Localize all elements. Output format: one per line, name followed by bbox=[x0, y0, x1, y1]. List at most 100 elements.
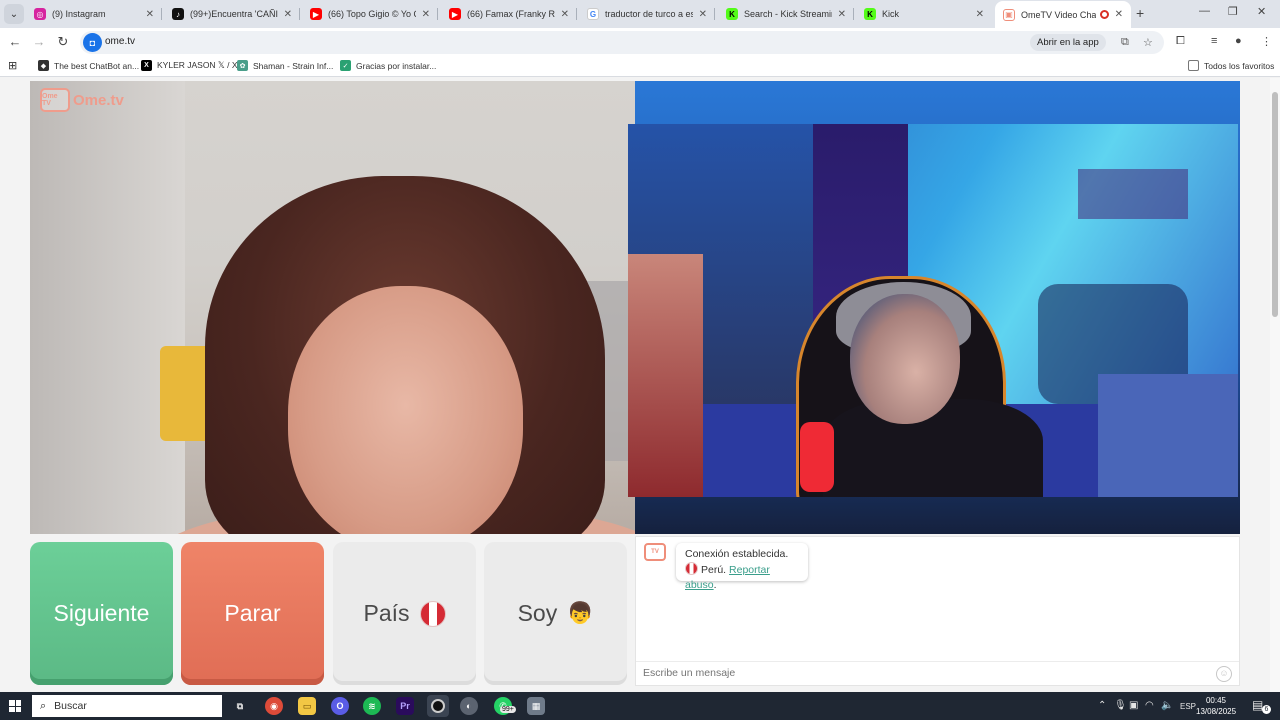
stop-button-label: Parar bbox=[224, 600, 281, 626]
bookmark-shaman[interactable]: ✿ Shaman - Strain Inf... bbox=[237, 60, 333, 71]
recording-icon bbox=[1099, 10, 1109, 19]
site-info-icon[interactable]: ◘ bbox=[83, 33, 102, 52]
bookmark-gracias[interactable]: ✓ Gracias por instalar... bbox=[340, 60, 436, 71]
premiere-pro-icon[interactable]: Pr bbox=[396, 697, 414, 715]
whatsapp-badge: 99+ bbox=[500, 706, 516, 713]
country-button-label: País bbox=[363, 600, 410, 626]
next-button[interactable]: Siguiente bbox=[30, 542, 173, 685]
menu-kebab-icon[interactable]: ⋮ bbox=[1261, 35, 1272, 48]
microphone-icon[interactable]: 🎙 bbox=[1114, 700, 1127, 711]
calculator-icon[interactable]: ▦ bbox=[527, 697, 545, 715]
tab-youtube-famax[interactable]: ▶ (66) Famax (Franky Rizard ✕ bbox=[441, 2, 577, 26]
instagram-icon: ◎ bbox=[34, 8, 46, 20]
tiktok-icon: ♪ bbox=[172, 8, 184, 20]
tab-title: Kick bbox=[882, 9, 900, 19]
shield-icon: ✓ bbox=[340, 60, 351, 71]
back-icon[interactable]: ← bbox=[7, 34, 23, 50]
folder-icon bbox=[1188, 60, 1199, 71]
emoji-picker-icon[interactable]: ☺ bbox=[1216, 666, 1232, 682]
url-text[interactable]: ome.tv bbox=[105, 36, 135, 47]
file-explorer-icon[interactable]: ▭ bbox=[298, 697, 316, 715]
extensions-icon[interactable]: ⧠ bbox=[1176, 35, 1185, 48]
tab-title: (9) Instagram bbox=[52, 9, 106, 19]
display-icon[interactable]: ▣ bbox=[1129, 700, 1138, 711]
window-close-icon[interactable]: ✕ bbox=[1257, 5, 1266, 18]
windows-start-icon[interactable] bbox=[9, 700, 21, 712]
ometv-logo-icon: Ome TV bbox=[40, 88, 70, 112]
system-clock[interactable]: 00:45 13/08/2025 bbox=[1196, 695, 1236, 717]
bookmark-label: Shaman - Strain Inf... bbox=[253, 60, 334, 71]
tab-kick[interactable]: K Kick ✕ bbox=[856, 2, 992, 26]
close-icon[interactable]: ✕ bbox=[838, 9, 846, 20]
tray-overflow-icon[interactable]: ⌃ bbox=[1098, 700, 1106, 711]
gender-button-label: Soy bbox=[517, 600, 558, 626]
new-tab-button[interactable]: + bbox=[1136, 5, 1144, 21]
spotify-icon[interactable]: ≋ bbox=[363, 697, 381, 715]
taskbar-search-label: Buscar bbox=[54, 700, 87, 712]
close-icon[interactable]: ✕ bbox=[146, 9, 154, 20]
bookmark-label: Gracias por instalar... bbox=[356, 60, 437, 71]
scrollbar-thumb[interactable] bbox=[1272, 92, 1278, 317]
tab-tiktok[interactable]: ♪ (99+)Encuentra 'CAÑITA ' ✕ bbox=[164, 2, 300, 26]
boy-avatar-icon: 👦 bbox=[567, 601, 594, 625]
windows-taskbar: ⌕ Buscar ⧉ ◉ ▭ O ≋ Pr ◐ ✆ 99+ ▦ ⌃ 🎙 ▣ ◠ … bbox=[0, 692, 1280, 720]
close-icon[interactable]: ✕ bbox=[699, 9, 707, 20]
forward-icon[interactable]: → bbox=[31, 34, 47, 50]
address-bar[interactable]: ◘ ome.tv Abrir en la app ⧉ ☆ bbox=[80, 31, 1164, 54]
tab-title: traductor de turco a espa bbox=[605, 9, 693, 19]
peru-flag-icon bbox=[685, 562, 698, 575]
bookmark-label: The best ChatBot an... bbox=[54, 60, 140, 71]
close-icon[interactable]: ✕ bbox=[976, 9, 984, 20]
chrome-icon[interactable]: ◉ bbox=[265, 697, 283, 715]
ometv-logo: Ome TV Ome.tv bbox=[40, 88, 124, 112]
bookmark-kyler-jason[interactable]: X KYLER JASON 𝕏 / X bbox=[141, 60, 238, 71]
search-icon: ⌕ bbox=[40, 699, 47, 712]
profile-avatar-icon[interactable]: ● bbox=[1235, 35, 1242, 47]
minimize-icon[interactable]: — bbox=[1199, 5, 1210, 17]
self-video bbox=[628, 124, 1238, 497]
chat-message-input[interactable] bbox=[643, 667, 1203, 679]
tab-instagram[interactable]: ◎ (9) Instagram ✕ bbox=[26, 2, 162, 26]
tab-title: OmeTV Video Chat - bbox=[1021, 9, 1096, 20]
youtube-icon: ▶ bbox=[310, 8, 322, 20]
gender-select-button[interactable]: Soy 👦 bbox=[484, 542, 627, 685]
tab-kick-search[interactable]: K Search - Kick Streaming ✕ bbox=[718, 2, 854, 26]
steam-icon[interactable]: ◐ bbox=[460, 697, 478, 715]
taskbar-search-box[interactable]: ⌕ Buscar bbox=[32, 695, 222, 717]
chevron-down-icon: ⌄ bbox=[9, 8, 19, 20]
open-in-app-button[interactable]: Abrir en la app bbox=[1030, 34, 1106, 51]
volume-icon[interactable]: 🔈 bbox=[1161, 700, 1173, 711]
close-icon[interactable]: ✕ bbox=[422, 9, 430, 20]
all-bookmarks-button[interactable]: Todos los favoritos bbox=[1188, 60, 1274, 71]
stranger-video: Ome TV Ome.tv bbox=[30, 81, 635, 534]
chat-panel: TV Conexión establecida. Perú. Reportar … bbox=[635, 536, 1240, 686]
obs-icon[interactable] bbox=[427, 695, 449, 717]
ometv-icon: ▣ bbox=[1003, 8, 1015, 21]
youtube-icon: ▶ bbox=[449, 8, 461, 20]
clock-time: 00:45 bbox=[1205, 696, 1227, 705]
wifi-icon[interactable]: ◠ bbox=[1145, 700, 1154, 711]
task-view-icon[interactable]: ⧉ bbox=[231, 697, 249, 715]
input-language[interactable]: ESP bbox=[1180, 702, 1196, 711]
translate-icon[interactable]: ⧉ bbox=[1121, 36, 1129, 49]
restore-icon[interactable]: ❐ bbox=[1228, 5, 1238, 18]
tab-ometv[interactable]: ▣ OmeTV Video Chat - ✕ bbox=[995, 1, 1131, 28]
tab-google-translate[interactable]: G traductor de turco a espa ✕ bbox=[579, 2, 715, 26]
stop-button[interactable]: Parar bbox=[181, 542, 324, 685]
country-filter-button[interactable]: País bbox=[333, 542, 476, 685]
opera-gx-icon[interactable]: O bbox=[331, 697, 349, 715]
chatbot-icon: ◆ bbox=[38, 60, 49, 71]
close-icon[interactable]: ✕ bbox=[284, 9, 292, 20]
apps-grid-icon[interactable]: ⊞ bbox=[8, 59, 17, 72]
media-controls-icon[interactable]: ≡ bbox=[1211, 35, 1217, 47]
reload-icon[interactable]: ↻ bbox=[55, 34, 71, 50]
kick-icon: K bbox=[726, 8, 738, 20]
report-suffix: . bbox=[713, 579, 717, 591]
tab-title: Search - Kick Streaming bbox=[744, 9, 832, 19]
tab-search-button[interactable]: ⌄ bbox=[4, 4, 24, 24]
close-icon[interactable]: ✕ bbox=[561, 9, 569, 20]
bookmark-chatbot[interactable]: ◆ The best ChatBot an... bbox=[38, 60, 139, 71]
close-icon[interactable]: ✕ bbox=[1115, 9, 1123, 20]
tab-youtube-topo[interactable]: ▶ (66) Topo Gigio © Yo Quie ✕ bbox=[302, 2, 438, 26]
bookmark-star-icon[interactable]: ☆ bbox=[1143, 36, 1153, 49]
